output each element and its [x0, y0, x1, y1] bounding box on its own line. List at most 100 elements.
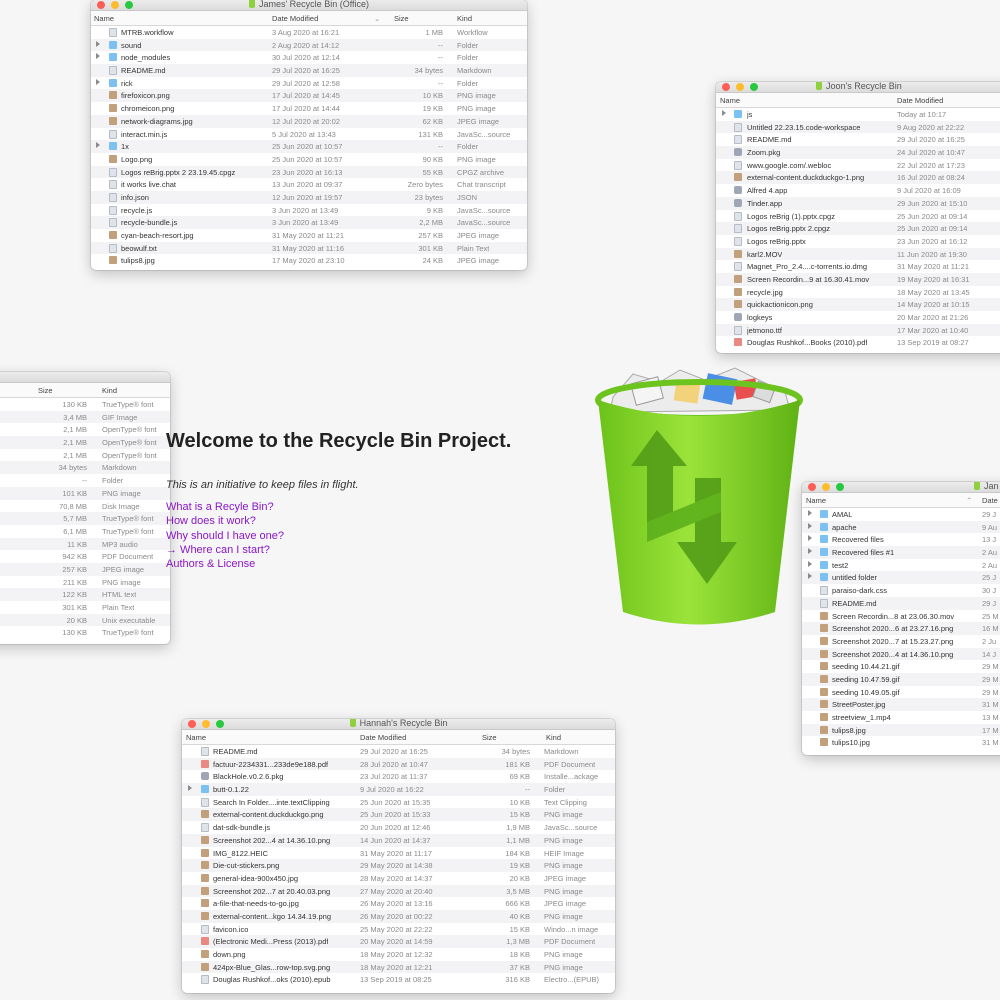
- file-row[interactable]: Screen Recordin...8 at 23.06.30.mov 25 M: [802, 610, 1000, 623]
- file-row[interactable]: beowulf.txt 31 May 2020 at 11:16 301 KB Pla…: [91, 241, 527, 255]
- file-row[interactable]: seeding 10.44.21.gif 29 M: [802, 660, 1000, 673]
- link-why-should-i-have-one[interactable]: Why should I have one?: [166, 529, 511, 543]
- file-row[interactable]: butt-0.1.22 9 Jul 2020 at 16:22 -- Folder: [182, 783, 615, 796]
- left-recycle-bin-window[interactable]: Size Kind 130 KB TrueType® font 3,4 MB GIF …: [0, 372, 170, 644]
- file-row[interactable]: 20 KB Unix executable: [0, 613, 170, 627]
- file-row[interactable]: recycle.jpg 18 May 2020 at 13:45: [716, 286, 1000, 299]
- disclosure-triangle-icon[interactable]: [96, 40, 100, 47]
- disclosure-triangle-icon[interactable]: [722, 110, 726, 116]
- file-row[interactable]: node_modules 30 Jul 2020 at 12:14 -- Folder: [91, 51, 527, 64]
- file-row[interactable]: cyan-beach-resort.jpg 31 May 2020 at 11:2…: [91, 229, 527, 242]
- link-where-can-i-start[interactable]: → Where can I start?: [166, 543, 511, 557]
- column-kind[interactable]: Kind: [457, 14, 472, 23]
- link-authors-license[interactable]: Authors & License: [166, 557, 511, 571]
- file-row[interactable]: test2 2 Au: [802, 559, 1000, 572]
- joon-titlebar[interactable]: Joon's Recycle Bin: [716, 82, 1000, 93]
- file-row[interactable]: MTRB.workflow 3 Aug 2020 at 16:21 1 MB Work…: [91, 26, 527, 39]
- disclosure-triangle-icon[interactable]: [96, 142, 100, 149]
- file-row[interactable]: Screenshot 2020...6 at 23.27.16.png 16 M: [802, 622, 1000, 635]
- file-row[interactable]: Magnet_Pro_2.4....c-torrents.io.dmg 31 Ma…: [716, 260, 1000, 273]
- file-row[interactable]: paraiso-dark.css 30 J: [802, 584, 1000, 597]
- file-row[interactable]: 130 KB TrueType® font: [0, 626, 170, 639]
- file-row[interactable]: karl2.MOV 11 Jun 2020 at 19:30: [716, 247, 1000, 261]
- file-row[interactable]: a-file-that-needs-to-go.jpg 26 May 2020 a…: [182, 897, 615, 910]
- column-kind[interactable]: Kind: [546, 733, 561, 742]
- file-row[interactable]: info.json 12 Jun 2020 at 19:57 23 bytes JSO…: [91, 190, 527, 204]
- file-row[interactable]: Recovered files #1 2 Au: [802, 546, 1000, 559]
- hannah-titlebar[interactable]: Hannah's Recycle Bin: [182, 719, 615, 730]
- left-titlebar[interactable]: [0, 372, 170, 383]
- minimize-button[interactable]: [822, 483, 830, 491]
- file-row[interactable]: favicon.ico 25 May 2020 at 22:22 15 KB Wind…: [182, 923, 615, 936]
- file-row[interactable]: Logo.png 25 Jun 2020 at 10:57 90 KB PNG ima…: [91, 153, 527, 166]
- file-row[interactable]: external-content.duckduckgo.png 25 Jun 20…: [182, 808, 615, 822]
- file-row[interactable]: Logos reBrig.pptx 2 23.19.45.cpgz 23 Jun …: [91, 165, 527, 179]
- file-row[interactable]: README.md 29 Jul 2020 at 16:25 34 bytes Mar…: [91, 64, 527, 77]
- minimize-button[interactable]: [736, 83, 744, 91]
- disclosure-triangle-icon[interactable]: [188, 785, 192, 792]
- james-recycle-bin-window[interactable]: James' Recycle Bin (Office) Name Date Mo…: [91, 0, 527, 270]
- file-row[interactable]: Logos reBrig (1).pptx.cpgz 25 Jun 2020 at…: [716, 210, 1000, 223]
- file-row[interactable]: 2,1 MB OpenType® font: [0, 449, 170, 462]
- file-row[interactable]: quickactionicon.png 14 May 2020 at 10:15: [716, 298, 1000, 311]
- file-row[interactable]: seeding 10.49.05.gif 29 M: [802, 686, 1000, 699]
- jan-recycle-bin-window[interactable]: Jan Name ⌃ Date AMAL 29 Japache 9 Au Recove…: [802, 482, 1000, 755]
- file-row[interactable]: 6,1 MB TrueType® font: [0, 525, 170, 538]
- file-row[interactable]: Screenshot 2020...7 at 15.23.27.png 2 Ju: [802, 635, 1000, 648]
- file-row[interactable]: external-content...kgo 14.34.19.png 26 Ma…: [182, 909, 615, 923]
- file-row[interactable]: streetview_1.mp4 13 M: [802, 711, 1000, 724]
- file-row[interactable]: network-diagrams.jpg 12 Jul 2020 at 20:02…: [91, 114, 527, 128]
- file-row[interactable]: chromeicon.png 17 Jul 2020 at 14:44 19 KB P…: [91, 102, 527, 115]
- file-row[interactable]: tulips10.jpg 31 M: [802, 736, 1000, 749]
- column-name[interactable]: Name: [720, 96, 740, 105]
- close-button[interactable]: [722, 83, 730, 91]
- file-row[interactable]: factuur-2234331...233de9e188.pdf 28 Jul 2…: [182, 757, 615, 771]
- column-date-modified[interactable]: Date Modified: [272, 14, 318, 23]
- file-row[interactable]: StreetPoster.jpg 31 M: [802, 698, 1000, 711]
- column-name[interactable]: Name: [94, 14, 114, 23]
- column-size[interactable]: Size: [394, 14, 409, 23]
- file-row[interactable]: BlackHole.v0.2.6.pkg 23 Jul 2020 at 11:37…: [182, 770, 615, 783]
- file-row[interactable]: interact.min.js 5 Jul 2020 at 13:43 131 KB…: [91, 128, 527, 141]
- file-row[interactable]: js Today at 10:17: [716, 108, 1000, 121]
- file-row[interactable]: 11 KB MP3 audio: [0, 537, 170, 551]
- file-row[interactable]: Screenshot 202...7 at 20.40.03.png 27 May…: [182, 884, 615, 898]
- file-row[interactable]: IMG_8122.HEIC 31 May 2020 at 11:17 184 KB H…: [182, 847, 615, 860]
- file-row[interactable]: (Electronic Medi...Press (2013).pdf 20 Ma…: [182, 935, 615, 948]
- zoom-button[interactable]: [750, 83, 758, 91]
- file-row[interactable]: recycle-bundle.js 3 Jun 2020 at 13:49 2,2 …: [91, 216, 527, 229]
- file-row[interactable]: 257 KB JPEG image: [0, 562, 170, 576]
- file-row[interactable]: Douglas Rushkof...Books (2010).pdf 13 Sep…: [716, 336, 1000, 349]
- file-row[interactable]: Douglas Rushkof...oks (2010).epub 13 Sep …: [182, 973, 615, 986]
- file-row[interactable]: Zoom.pkg 24 Jul 2020 at 10:47: [716, 146, 1000, 159]
- column-size[interactable]: Size: [38, 386, 53, 395]
- file-row[interactable]: down.png 18 May 2020 at 12:32 18 KB PNG ima…: [182, 948, 615, 961]
- file-row[interactable]: 2,1 MB OpenType® font: [0, 436, 170, 449]
- file-row[interactable]: Screenshot 2020...4 at 14.36.10.png 14 J: [802, 647, 1000, 661]
- file-row[interactable]: 101 KB PNG image: [0, 486, 170, 500]
- file-row[interactable]: Screen Recordin...9 at 16.30.41.mov 19 Ma…: [716, 272, 1000, 286]
- file-row[interactable]: README.md 29 Jul 2020 at 16:25 34 bytes Mar…: [182, 745, 615, 758]
- file-row[interactable]: recycle.js 3 Jun 2020 at 13:49 9 KB JavaSc.…: [91, 204, 527, 217]
- file-row[interactable]: www.google.com/.webloc 22 Jul 2020 at 17:…: [716, 159, 1000, 172]
- file-row[interactable]: logkeys 20 Mar 2020 at 21:26: [716, 311, 1000, 324]
- file-row[interactable]: 3,4 MB GIF Image: [0, 410, 170, 424]
- link-what-is-a-recycle-bin[interactable]: What is a Recyle Bin?: [166, 500, 511, 514]
- file-row[interactable]: tulips8.jpg 17 M: [802, 723, 1000, 737]
- disclosure-triangle-icon[interactable]: [96, 53, 100, 60]
- file-row[interactable]: 211 KB PNG image: [0, 576, 170, 589]
- file-row[interactable]: Logos reBrig.pptx 2.cpgz 25 Jun 2020 at 0…: [716, 222, 1000, 235]
- column-name[interactable]: Name: [186, 733, 206, 742]
- file-row[interactable]: dat-sdk-bundle.js 20 Jun 2020 at 12:46 1,9…: [182, 821, 615, 834]
- jan-titlebar[interactable]: Jan: [802, 482, 1000, 493]
- hannah-recycle-bin-window[interactable]: Hannah's Recycle Bin Name Date Modified …: [182, 719, 615, 993]
- zoom-button[interactable]: [836, 483, 844, 491]
- file-row[interactable]: rick 29 Jul 2020 at 12:58 -- Folder: [91, 77, 527, 90]
- file-row[interactable]: general-idea-900x450.jpg 28 May 2020 at 1…: [182, 872, 615, 885]
- file-row[interactable]: Untitled 22.23.15.code-workspace 9 Aug 20…: [716, 120, 1000, 134]
- james-titlebar[interactable]: James' Recycle Bin (Office): [91, 0, 527, 11]
- file-row[interactable]: 34 bytes Markdown: [0, 461, 170, 475]
- file-row[interactable]: it works live.chat 13 Jun 2020 at 09:37 Ze…: [91, 178, 527, 191]
- column-kind[interactable]: Kind: [102, 386, 117, 395]
- file-row[interactable]: 122 KB HTML text: [0, 588, 170, 601]
